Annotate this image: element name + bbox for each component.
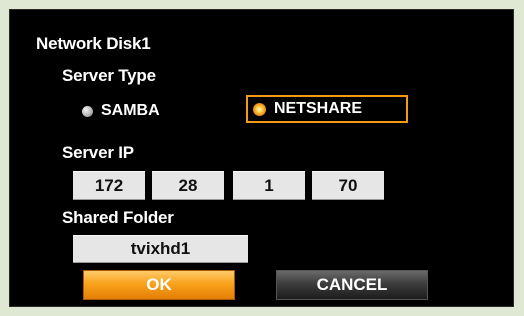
shared-folder-field[interactable]: tvixhd1 — [73, 235, 248, 263]
ip-octet-1-field[interactable]: 172 — [73, 171, 145, 200]
radio-label-samba: SAMBA — [101, 102, 160, 119]
ok-button[interactable]: OK — [83, 270, 235, 300]
radio-option-netshare[interactable]: NETSHARE — [246, 95, 408, 123]
ip-octet-4-field[interactable]: 70 — [312, 171, 384, 200]
radio-label-netshare: NETSHARE — [274, 100, 363, 117]
server-ip-label: Server IP — [62, 143, 134, 162]
radio-unselected-icon — [82, 105, 93, 117]
network-disk-dialog: Network Disk1 Server Type SAMBA NETSHARE… — [9, 9, 514, 307]
ip-octet-2-field[interactable]: 28 — [152, 171, 224, 200]
shared-folder-label: Shared Folder — [62, 208, 174, 227]
radio-selected-icon — [253, 102, 266, 116]
ip-octet-3-field[interactable]: 1 — [233, 171, 305, 200]
cancel-button[interactable]: CANCEL — [276, 270, 428, 300]
dialog-title: Network Disk1 — [36, 34, 151, 53]
radio-option-samba[interactable]: SAMBA — [82, 99, 202, 123]
server-type-label: Server Type — [62, 66, 156, 85]
